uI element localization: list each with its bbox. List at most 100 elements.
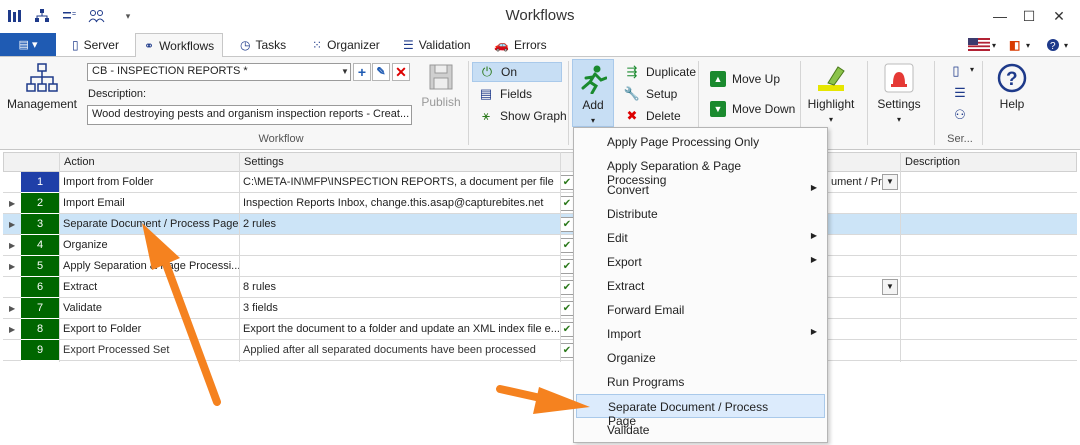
maximize-button[interactable]: ☐ (1019, 6, 1039, 26)
menu-item-run-programs[interactable]: Run Programs (576, 370, 825, 394)
settings-cell (239, 235, 559, 256)
tab-validation[interactable]: ☰ Validation (395, 33, 479, 57)
expand-arrow-icon[interactable]: ▶ (9, 304, 15, 313)
action-cell: Validate (63, 302, 102, 314)
menu-item-forward-email[interactable]: Forward Email (576, 298, 825, 322)
table-row[interactable]: 9 Export Processed Set Applied after all… (3, 340, 1077, 361)
tab-errors[interactable]: 🚗 Errors (486, 33, 555, 57)
workflow-select[interactable]: CB - INSPECTION REPORTS * (87, 63, 351, 81)
office-icon[interactable]: ◧ (1009, 38, 1020, 52)
menu-item-validate[interactable]: Validate (576, 418, 825, 442)
menu-item-separate-document[interactable]: Separate Document / Process Page (576, 394, 825, 428)
expand-arrow-icon[interactable]: ▶ (9, 325, 15, 334)
expand-arrow-icon[interactable]: ▶ (9, 241, 15, 250)
expand-arrow-icon[interactable]: ▶ (9, 220, 15, 229)
checkmark-icon[interactable]: ✔ (560, 196, 574, 211)
expand-arrow-icon[interactable]: ▶ (9, 199, 15, 208)
menu-item-apply-page-processing[interactable]: Apply Page Processing Only (576, 130, 825, 154)
column-header-action[interactable]: Action (59, 152, 240, 172)
column-header-settings[interactable]: Settings (239, 152, 561, 172)
checkmark-icon[interactable]: ✔ (560, 217, 574, 232)
tab-server[interactable]: ▯ Server (64, 33, 127, 57)
chevron-down-icon[interactable]: ▼ (339, 64, 351, 80)
menu-item-extract[interactable]: Extract (576, 274, 825, 298)
menu-item-import[interactable]: Import ▶ (576, 322, 825, 346)
add-workflow-button[interactable]: + (353, 63, 371, 81)
row-number: 9 (21, 340, 59, 361)
delete-workflow-button[interactable]: ✕ (392, 63, 410, 81)
delete-button[interactable]: ✖ Delete (618, 106, 687, 126)
tasks-small-icon[interactable]: ☰ (952, 85, 968, 101)
users-small-icon[interactable]: ⚇ (952, 107, 968, 123)
file-menu-button[interactable]: ▤ ▾ (0, 33, 56, 56)
description-field[interactable]: Wood destroying pests and organism inspe… (87, 105, 412, 125)
tab-tasks[interactable]: ◷ Tasks (232, 33, 294, 57)
chevron-down-icon[interactable]: ▼ (882, 174, 898, 190)
ribbon-tabs: ▤ ▾ ▯ Server ⚭ Workflows ◷ Tasks ⁙ Organ… (0, 32, 1080, 58)
column-header-description[interactable]: Description (900, 152, 1077, 172)
table-row[interactable]: ▶ 5 Apply Separation & Page Processi... … (3, 256, 1077, 277)
action-cell: Apply Separation & Page Processi... (63, 260, 239, 272)
add-action-button[interactable]: Add ▾ (572, 59, 614, 127)
settings-button[interactable]: Settings ▾ (874, 63, 924, 125)
help-button[interactable]: ? Help (990, 63, 1034, 111)
menu-item-organize[interactable]: Organize (576, 346, 825, 370)
menu-item-convert[interactable]: Convert ▶ (576, 178, 825, 202)
settings-cell: 8 rules (243, 281, 277, 293)
checkmark-icon[interactable]: ✔ (560, 301, 574, 316)
expand-arrow-icon[interactable]: ▶ (9, 262, 15, 271)
help-circle-icon[interactable]: ? (1046, 38, 1060, 55)
table-row[interactable]: ▶ 4 Organize ✔ (3, 235, 1077, 256)
checkmark-icon[interactable]: ✔ (560, 175, 574, 190)
workflow-group-label: Workflow (258, 133, 304, 145)
menu-item-export[interactable]: Export ▶ (576, 250, 825, 274)
publish-button[interactable]: Publish (421, 63, 461, 109)
chevron-down-icon[interactable]: ▼ (882, 279, 898, 295)
move-down-button[interactable]: ▼ Move Down (704, 99, 801, 119)
grid-divider (900, 152, 901, 362)
highlight-button[interactable]: Highlight ▾ (806, 63, 856, 125)
language-dropdown-icon[interactable]: ▾ (992, 41, 996, 50)
office-dropdown-icon[interactable]: ▾ (1026, 41, 1030, 50)
table-row-selected[interactable]: ▶ 3 Separate Document / Process Page 2 r… (3, 214, 1077, 235)
menu-item-apply-separation[interactable]: Apply Separation & Page Processing (576, 154, 825, 187)
row-number: 3 (21, 214, 59, 235)
checkmark-icon[interactable]: ✔ (560, 238, 574, 253)
edit-workflow-button[interactable]: ✎ (372, 63, 390, 81)
management-button[interactable]: Management (6, 63, 78, 111)
action-cell: Organize (63, 239, 108, 251)
on-toggle-button[interactable]: ⏻ On (472, 62, 562, 82)
language-flag-icon[interactable] (968, 38, 990, 54)
menu-item-distribute[interactable]: Distribute (576, 202, 825, 226)
checkmark-icon[interactable]: ✔ (560, 259, 574, 274)
tab-organizer[interactable]: ⁙ Organizer (304, 33, 388, 57)
description-label: Description: (88, 88, 147, 100)
help-dropdown-icon[interactable]: ▾ (1064, 41, 1068, 50)
table-row[interactable]: ▶ 2 Import Email Inspection Reports Inbo… (3, 193, 1077, 214)
menu-item-edit[interactable]: Edit ▶ (576, 226, 825, 250)
checkmark-icon[interactable]: ✔ (560, 343, 574, 358)
server-dropdown-icon[interactable]: ▾ (970, 65, 974, 74)
table-row[interactable]: ▶ 8 Export to Folder Export the document… (3, 319, 1077, 340)
table-row[interactable]: 1 Import from Folder C:\META-IN\MFP\INSP… (3, 172, 1077, 193)
close-button[interactable]: ✕ (1049, 6, 1069, 26)
checkmark-icon[interactable]: ✔ (560, 280, 574, 295)
duplicate-button[interactable]: ⇶ Duplicate (618, 62, 702, 82)
row-number: 1 (21, 172, 59, 193)
action-cell: Import Email (63, 197, 125, 209)
fields-button[interactable]: ▤ Fields (472, 84, 538, 104)
move-up-button[interactable]: ▲ Move Up (704, 69, 786, 89)
table-row[interactable]: ▶ 7 Validate 3 fields ✔ (3, 298, 1077, 319)
minimize-button[interactable]: — (990, 6, 1010, 26)
hierarchy-icon (26, 63, 58, 92)
row-number: 2 (21, 193, 59, 214)
show-graph-button[interactable]: ⚹ Show Graph (472, 106, 573, 126)
power-icon: ⏻ (481, 64, 493, 79)
table-row[interactable]: 6 Extract 8 rules ✔ (3, 277, 1077, 298)
server-small-icon[interactable]: ▯ (948, 63, 964, 79)
tab-workflows[interactable]: ⚭ Workflows (135, 33, 224, 58)
checkmark-icon[interactable]: ✔ (560, 322, 574, 337)
ribbon: Management CB - INSPECTION REPORTS * ▼ +… (0, 57, 1080, 150)
action-cell: Extract (63, 281, 98, 293)
setup-button[interactable]: 🔧 Setup (618, 84, 683, 104)
